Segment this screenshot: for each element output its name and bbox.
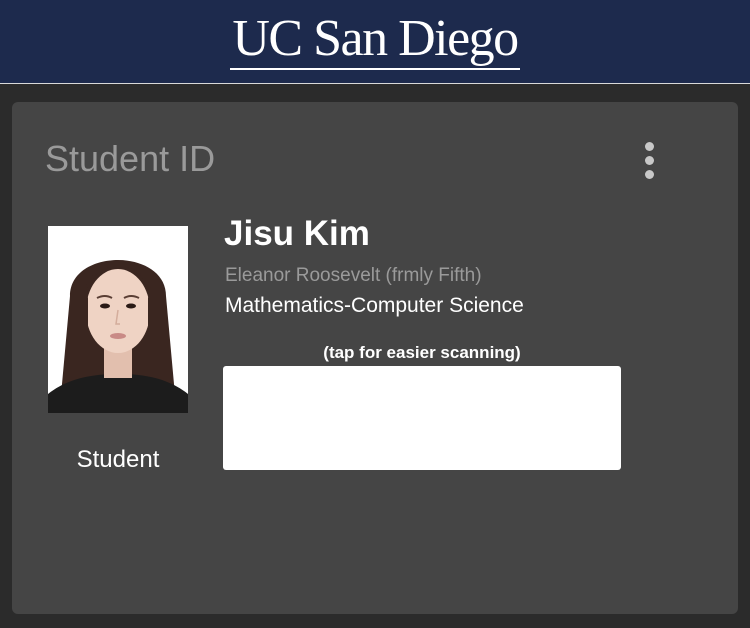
role-label: Student (76, 446, 160, 473)
ucsd-logo: UC San Diego (0, 4, 750, 74)
vertical-ellipsis-icon (645, 170, 654, 179)
vertical-ellipsis-icon (645, 156, 654, 165)
major-name: Mathematics-Computer Science (225, 294, 524, 317)
portrait-illustration (48, 226, 188, 413)
app-header: UC San Diego (0, 0, 750, 84)
college-name: Eleanor Roosevelt (frmly Fifth) (225, 265, 482, 286)
student-name: Jisu Kim (224, 214, 370, 253)
scan-hint: (tap for easier scanning) (323, 343, 521, 362)
card-title: Student ID (45, 138, 216, 179)
student-photo (48, 226, 188, 413)
logo-wordmark: UC San Diego (230, 10, 520, 70)
barcode-area[interactable] (223, 366, 621, 470)
more-options-button[interactable] (634, 140, 666, 180)
vertical-ellipsis-icon (645, 142, 654, 151)
student-id-card: Student ID Student Jisu Kim Eleanor Roos… (12, 102, 738, 614)
